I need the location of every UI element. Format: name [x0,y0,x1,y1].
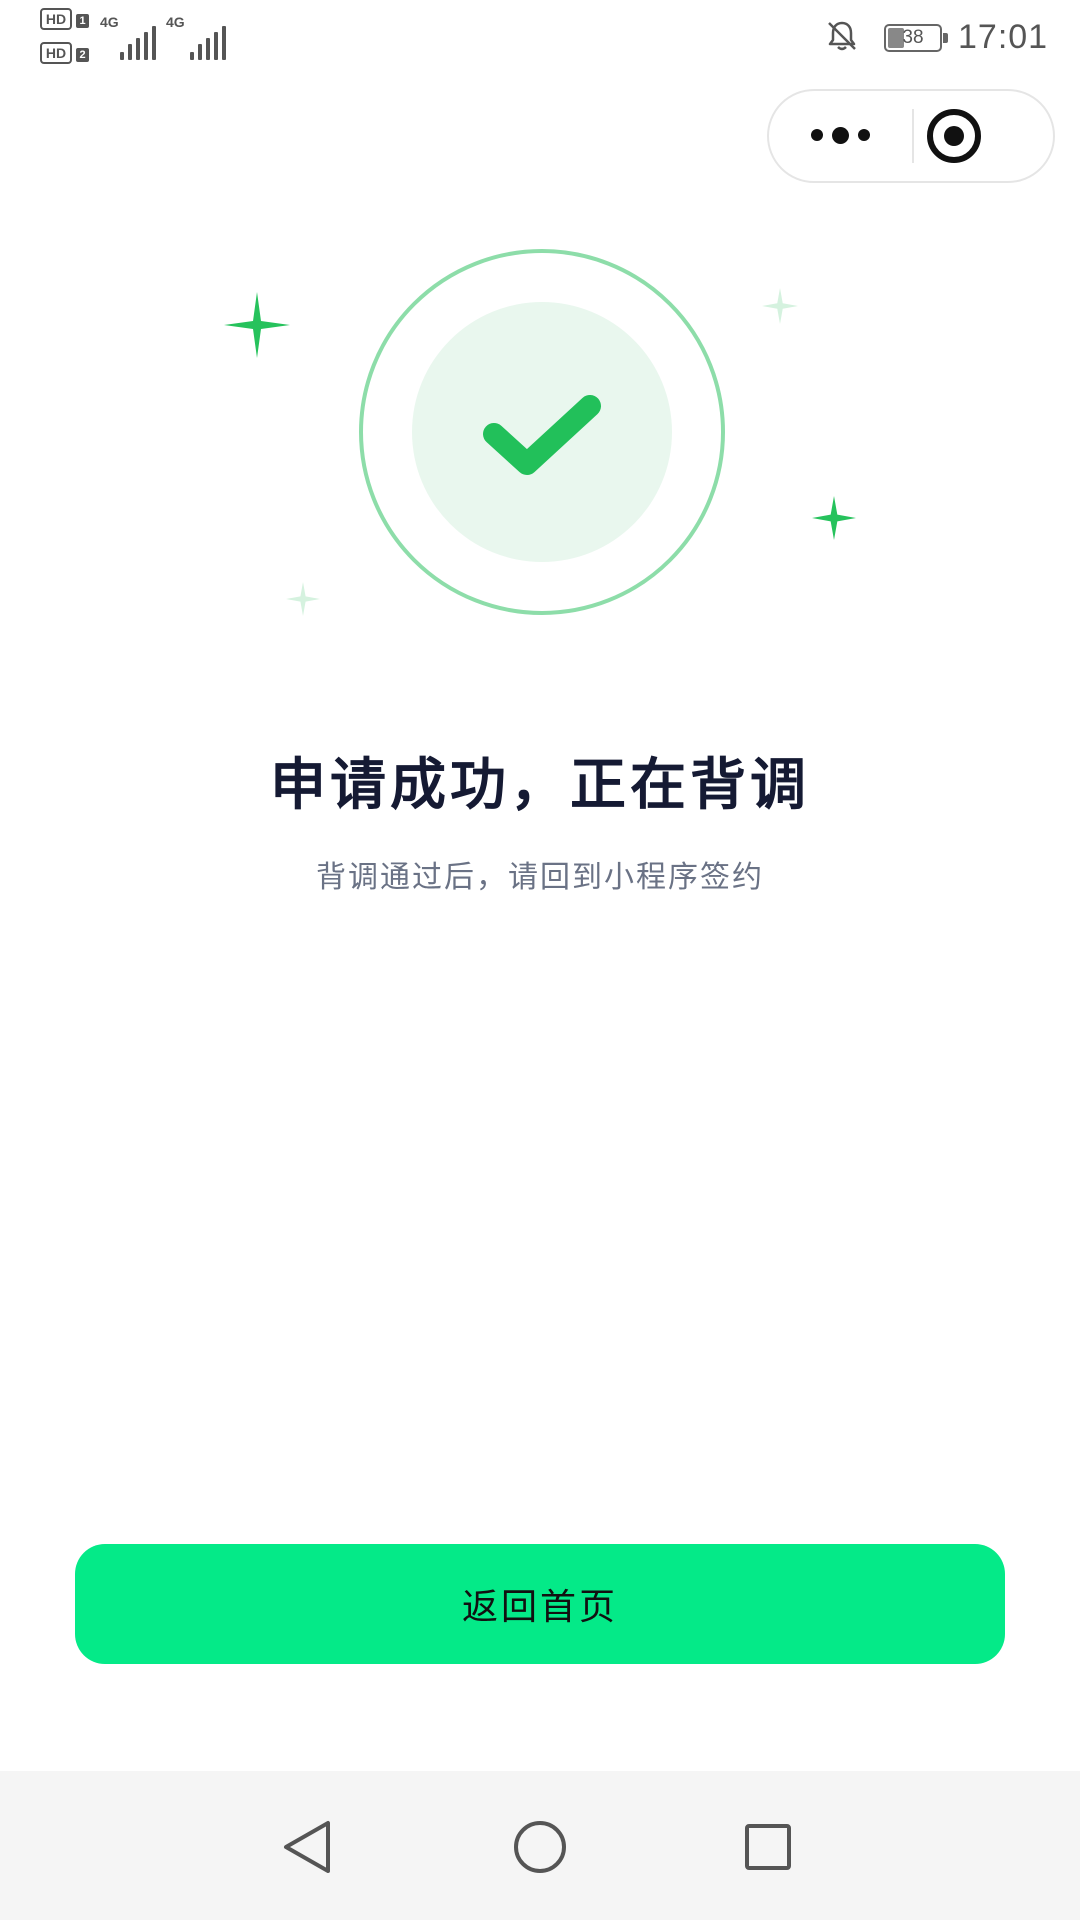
sim2-badge: HD 2 [40,42,92,64]
sim1-badge: HD 1 [40,8,92,30]
success-illustration [0,230,1080,650]
sim1-hd-label: HD [40,8,72,30]
sim2-index: 2 [76,48,89,62]
sim2-hd-label: HD [40,42,72,64]
signal-icon [120,24,160,60]
back-triangle-icon[interactable] [268,1807,348,1887]
more-button[interactable] [769,91,911,181]
return-home-button[interactable]: 返回首页 [75,1544,1005,1664]
system-navigation-bar [0,1771,1080,1920]
more-icon [811,129,823,141]
bell-off-icon [828,21,856,51]
network-type-1: 4G [100,14,119,30]
sim1-index: 1 [76,14,89,28]
recents-square-icon[interactable] [728,1807,808,1887]
miniprogram-capsule [767,89,1055,183]
sparkle-icon [812,496,856,540]
close-button[interactable] [914,91,1055,181]
home-circle-icon[interactable] [500,1807,580,1887]
sparkle-icon [762,288,798,324]
signal-icon [190,24,230,60]
target-close-icon [927,109,981,163]
status-bar: HD 1 HD 2 4G 4G 38 17:01 [0,0,1080,76]
status-right: 38 17:01 [824,14,1047,62]
sparkle-icon [224,292,290,358]
network-type-2: 4G [166,14,185,30]
check-icon [483,395,601,475]
sparkle-icon [286,582,320,616]
battery-level: 38 [902,27,924,48]
battery-icon: 38 [884,24,948,52]
status-time: 17:01 [958,18,1049,56]
result-subtitle: 背调通过后，请回到小程序签约 [316,860,764,895]
result-title: 申请成功，正在背调 [270,752,810,818]
